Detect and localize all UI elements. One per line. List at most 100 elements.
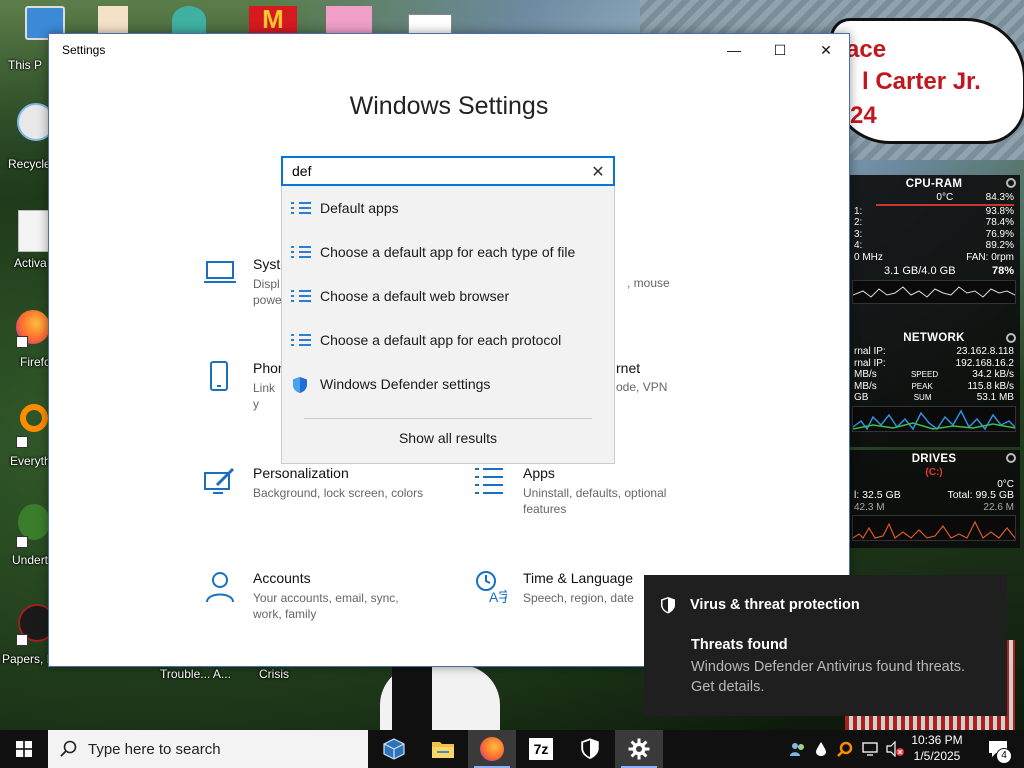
title-bar[interactable]: Settings — ☐ ✕	[49, 34, 849, 66]
desktop-icon-label: Activa	[14, 256, 47, 270]
settings-search-box[interactable]: ✕	[281, 156, 615, 186]
list-icon	[291, 200, 311, 216]
network-row: MB/s PEAK 115.8 kB/s	[854, 380, 1014, 392]
sign-text-line-3: 24	[850, 102, 877, 129]
wallpaper-figure-shadow	[392, 665, 432, 735]
network-row: rnal IP: 192.168.16.2	[854, 357, 1014, 369]
toast-body: Windows Defender Antivirus found threats…	[691, 659, 966, 695]
cpu-row: 0 MHz FAN: 0rpm	[854, 251, 1014, 263]
suggestion-label: Windows Defender settings	[320, 376, 491, 392]
cpu-ram-gadget: CPU-RAM 0°C 84.3% 1: 93.8% 2: 78.4% 3: 76.9%…	[848, 175, 1020, 327]
suggestion-default-apps[interactable]: Default apps	[282, 188, 614, 228]
list-icon	[291, 244, 311, 260]
desktop-icon-label: Undert	[12, 553, 49, 567]
tray-everything-search-icon[interactable]	[835, 730, 855, 768]
start-button[interactable]	[0, 730, 48, 768]
tray-drop-icon[interactable]	[812, 730, 830, 768]
taskbar-search-box[interactable]: Type here to search	[48, 730, 368, 768]
desktop-icon-label: Papers, P	[2, 652, 55, 666]
desktop-app-icon-3[interactable]	[172, 6, 206, 34]
gadget-settings-icon[interactable]	[1006, 178, 1016, 188]
cpu-row: 3: 76.9%	[854, 228, 1014, 240]
category-network-name-fragment: rnet	[616, 360, 641, 376]
taskbar: Type here to search 7z 10:36 PM 1/5/2025	[0, 730, 1024, 768]
taskbar-clock[interactable]: 10:36 PM 1/5/2025	[906, 732, 968, 764]
mcdonalds-icon[interactable]: M	[249, 6, 297, 34]
suggestion-label: Choose a default app for each type of fi…	[320, 244, 576, 260]
activate-windows-icon[interactable]	[18, 210, 52, 252]
show-all-results-link[interactable]: Show all results	[282, 430, 614, 446]
cpu-graph	[852, 279, 1016, 304]
firefox-taskbar-icon[interactable]	[468, 730, 516, 768]
dropdown-divider	[304, 418, 592, 419]
search-icon	[60, 740, 77, 757]
category-desc: Link y	[253, 381, 276, 411]
network-graph	[852, 405, 1016, 432]
cpu-row: 0°C 84.3%	[936, 192, 1014, 203]
suggestion-default-app-protocol[interactable]: Choose a default app for each protocol	[282, 320, 614, 360]
desktop-app-icon-2[interactable]	[98, 6, 128, 34]
defender-taskbar-icon[interactable]	[566, 730, 614, 768]
person-icon	[206, 572, 234, 603]
action-center-button[interactable]: 4	[978, 730, 1018, 768]
desktop-icon-label: This P	[8, 58, 43, 72]
desktop-icon-label: Firefo	[20, 355, 51, 369]
undertale-icon[interactable]	[18, 504, 50, 540]
toast-header: Virus & threat protection	[690, 597, 860, 613]
threat-notification-toast[interactable]: Virus & threat protection Threats found …	[644, 575, 1007, 716]
category-desc: Background, lock screen, colors	[253, 486, 424, 500]
maximize-button[interactable]: ☐	[757, 34, 803, 66]
suggestion-default-web-browser[interactable]: Choose a default web browser	[282, 276, 614, 316]
gadget-settings-icon[interactable]	[1006, 453, 1016, 463]
desktop-icon-label: Recycle	[8, 157, 51, 171]
close-button[interactable]: ✕	[803, 34, 849, 66]
gadget-settings-icon[interactable]	[1006, 333, 1016, 343]
drives-graph	[852, 515, 1016, 541]
desktop-app-icon-5[interactable]	[326, 6, 372, 34]
7zip-icon: 7z	[529, 738, 553, 760]
clear-search-button[interactable]: ✕	[589, 162, 607, 182]
settings-gear-icon	[628, 738, 650, 760]
suggestion-default-app-file-type[interactable]: Choose a default app for each type of fi…	[282, 232, 614, 272]
everything-search-icon[interactable]	[20, 404, 48, 432]
suggestion-label: Default apps	[320, 200, 399, 216]
suggestion-label: Choose a default app for each protocol	[320, 332, 562, 348]
firefox-icon	[480, 737, 504, 761]
cpu-row: 1: 93.8%	[854, 205, 1014, 217]
drive-io-row: 42.3 M 22.6 M	[854, 501, 1014, 513]
network-gadget: NETWORK rnal IP: 23.162.8.118 rnal IP: 192…	[848, 327, 1020, 447]
tray-volume-muted-icon[interactable]	[884, 730, 906, 768]
drives-gadget: DRIVES (C:) 0°C l: 32.5 GB Total: 99.5 GB…	[848, 450, 1020, 548]
shortcut-arrow-icon	[16, 436, 28, 448]
memory-row: 3.1 GB/4.0 GB 78%	[884, 265, 1014, 277]
suggestion-label: Choose a default web browser	[320, 288, 510, 304]
page-title: Windows Settings	[349, 92, 549, 120]
desktop-icon-label: Everyth	[10, 454, 51, 468]
network-row: rnal IP: 23.162.8.118	[854, 346, 1014, 357]
network-row: MB/s SPEED 34.2 kB/s	[854, 369, 1014, 380]
list-icon	[291, 332, 311, 348]
phone-icon	[210, 361, 228, 391]
windows-logo-icon	[16, 741, 32, 757]
notification-count-badge: 4	[996, 748, 1012, 764]
clock-time: 10:36 PM	[911, 733, 963, 747]
settings-search-input[interactable]	[283, 158, 572, 184]
file-explorer-taskbar-icon[interactable]	[419, 730, 467, 768]
tray-network-icon[interactable]	[860, 730, 880, 768]
tray-people-icon[interactable]	[788, 730, 808, 768]
paint-icon	[204, 467, 235, 494]
minimize-button[interactable]: —	[711, 34, 757, 66]
virtualbox-taskbar-icon[interactable]	[370, 730, 418, 768]
file-explorer-icon	[432, 742, 454, 758]
category-desc: Uninstall, defaults, optional features	[523, 486, 667, 516]
shortcut-arrow-icon	[16, 336, 28, 348]
cpu-row: 4: 89.2%	[854, 240, 1014, 251]
drive-space-row: l: 32.5 GB Total: 99.5 GB	[854, 489, 1014, 501]
settings-taskbar-icon[interactable]	[615, 730, 663, 768]
defender-shield-icon	[581, 738, 599, 759]
time-language-icon: A字	[476, 571, 507, 604]
drive-label-row: (C:)	[925, 467, 943, 478]
cpu-row: 2: 78.4%	[854, 217, 1014, 228]
suggestion-windows-defender[interactable]: Windows Defender settings	[282, 364, 614, 404]
7zip-taskbar-icon[interactable]: 7z	[517, 730, 565, 768]
